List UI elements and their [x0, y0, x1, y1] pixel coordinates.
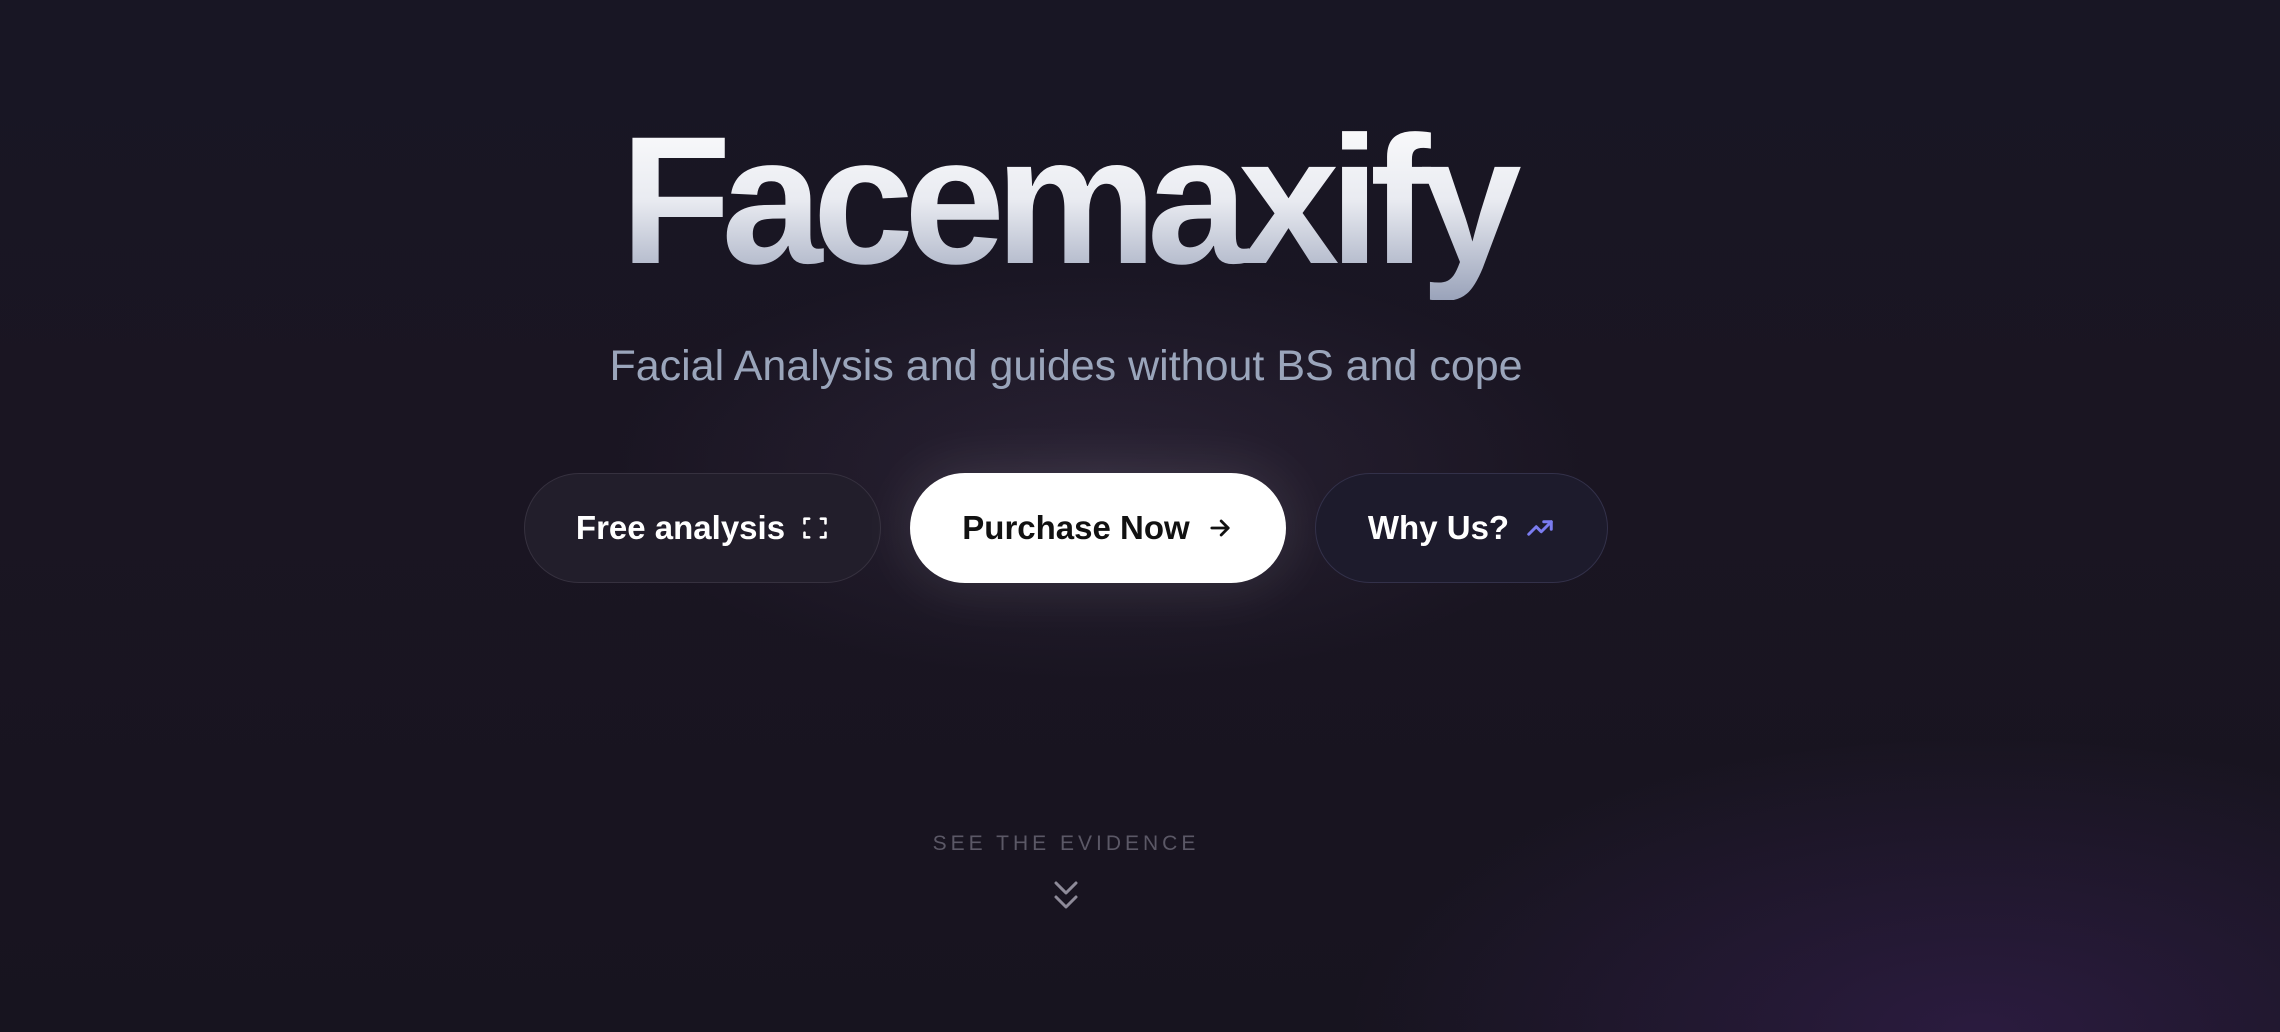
see-evidence-label[interactable]: SEE THE EVIDENCE — [0, 832, 2132, 856]
hero-subtitle: Facial Analysis and guides without BS an… — [609, 342, 1523, 390]
trending-up-icon — [1525, 513, 1555, 543]
free-analysis-button[interactable]: Free analysis — [524, 473, 881, 583]
why-us-button[interactable]: Why Us? — [1315, 473, 1608, 583]
purchase-now-label: Purchase Now — [962, 509, 1190, 546]
brand-title: Facemaxify — [0, 100, 2132, 300]
cta-button-group: Free analysis Purchase Now Why Us? — [0, 473, 2132, 585]
arrow-right-icon — [1206, 514, 1234, 542]
hero-section: Facemaxify Facial Analysis and guides wi… — [0, 0, 2132, 1032]
free-analysis-label: Free analysis — [575, 509, 786, 546]
purchase-now-button[interactable]: Purchase Now — [910, 473, 1286, 583]
scan-frame-icon — [801, 514, 829, 542]
chevrons-down-icon[interactable] — [1052, 879, 1080, 913]
why-us-label: Why Us? — [1367, 509, 1510, 546]
